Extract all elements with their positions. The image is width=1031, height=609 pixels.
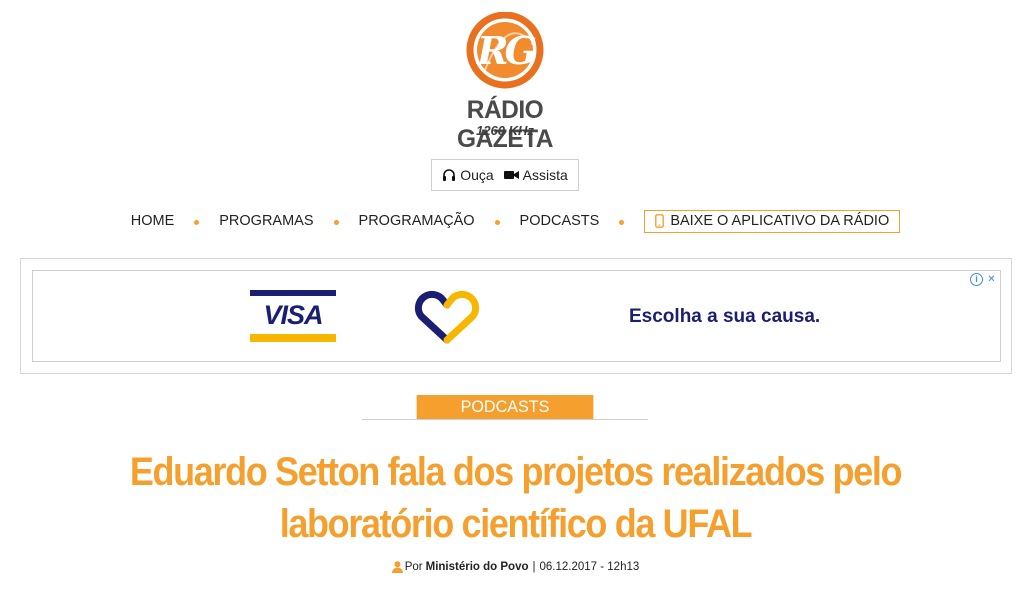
byline-prefix: Por [404,561,423,573]
ad-controls: i ✕ [970,273,998,286]
headphones-icon [443,169,456,181]
logo-frequency: 1260 KHz [476,123,534,138]
byline-date: 06.12.2017 - 12h13 [539,561,640,573]
ad-banner[interactable]: VISA Escolha a sua causa. i ✕ [32,270,1001,362]
nav-separator-dot [619,219,625,225]
watch-label: Assista [522,167,568,183]
visa-logo: VISA [250,290,336,344]
nav-separator-dot [494,219,500,225]
category-badge[interactable]: PODCASTS [416,395,594,419]
nav-item-programas[interactable]: PROGRAMAS [219,213,313,229]
article-byline: Por Ministério do Povo | 06.12.2017 - 12… [0,561,1031,573]
nav-item-podcasts[interactable]: PODCASTS [520,213,600,229]
watch-link[interactable]: Assista [503,167,568,183]
nav-separator-dot [333,219,339,225]
byline-separator: | [532,561,536,573]
visa-bottom-stripe [250,334,336,342]
user-icon [391,561,403,573]
ad-tagline: Escolha a sua causa. [629,306,821,327]
phone-icon [655,214,665,228]
download-app-label: BAIXE O APLICATIVO DA RÁDIO [670,213,890,229]
logo-letters: RG [476,28,537,73]
ad-info-icon[interactable]: i [970,273,983,286]
video-camera-icon [503,171,519,179]
site-logo[interactable]: RG RÁDIO GAZETA 1260 KHz [415,12,595,153]
download-app-button[interactable]: BAIXE O APLICATIVO DA RÁDIO [644,209,901,233]
byline-author[interactable]: Ministério do Povo [426,561,529,573]
nav-separator-dot [194,219,200,225]
nav-item-home[interactable]: HOME [131,213,175,229]
media-links-box: Ouça Assista [431,159,579,191]
visa-wordmark: VISA [263,299,323,330]
article-title: Eduardo Setton fala dos projetos realiza… [129,450,903,546]
listen-link[interactable]: Ouça [442,167,494,183]
listen-label: Ouça [460,167,494,183]
heart-icon [414,290,480,344]
main-nav: HOME PROGRAMAS PROGRAMAÇÃO PODCASTS BAIX… [0,208,1031,234]
category-divider [362,419,648,420]
nav-item-programacao[interactable]: PROGRAMAÇÃO [359,213,475,229]
ad-close-icon[interactable]: ✕ [985,273,998,286]
